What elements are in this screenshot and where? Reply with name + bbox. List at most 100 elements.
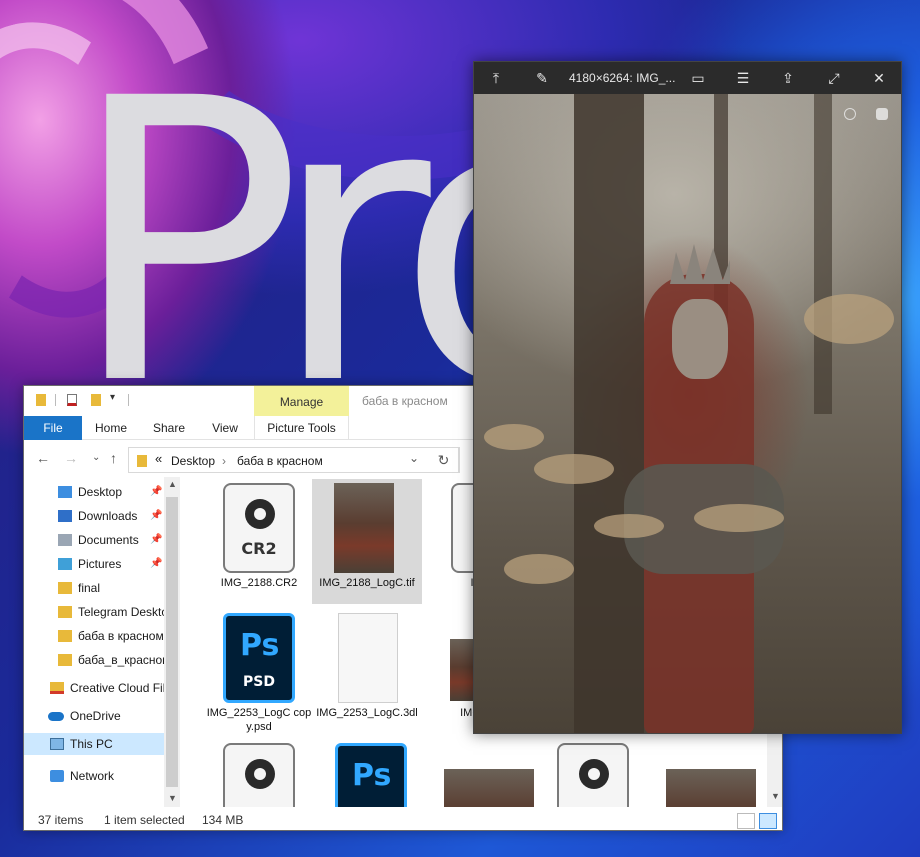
tab-home[interactable]: Home bbox=[86, 416, 136, 440]
leaf bbox=[504, 554, 574, 584]
sidebar-item-label: баба_в_красном bbox=[78, 653, 164, 667]
details-view-icon[interactable] bbox=[737, 813, 755, 829]
sidebar-item-creative-cloud[interactable]: Creative Cloud Fil bbox=[24, 677, 164, 699]
file-item[interactable]: Ps bbox=[316, 739, 426, 807]
ps-glyph: Ps bbox=[240, 628, 280, 663]
folder-icon bbox=[137, 455, 147, 467]
viewer-title: 4180×6264: IMG_... bbox=[569, 71, 676, 85]
up-arrow-icon[interactable]: ↑ bbox=[110, 451, 117, 465]
sidebar-item-label: This PC bbox=[70, 737, 113, 751]
breadcrumb-desktop[interactable]: Desktop bbox=[171, 454, 215, 468]
close-icon[interactable]: ✕ bbox=[871, 70, 887, 86]
file-item[interactable]: Ps PSD IMG_2253_LogC copy.psd bbox=[204, 609, 314, 734]
forward-arrow-icon[interactable]: → bbox=[64, 451, 78, 465]
fullscreen-icon[interactable]: ⤢ bbox=[826, 70, 842, 86]
sticker-icon[interactable] bbox=[876, 108, 888, 120]
tab-file[interactable]: File bbox=[24, 416, 82, 440]
sidebar-scrollbar[interactable]: ▲ ▼ bbox=[164, 477, 180, 807]
sidebar-item-label: Downloads bbox=[78, 509, 138, 523]
creative-cloud-icon bbox=[50, 682, 64, 694]
separator bbox=[128, 394, 129, 406]
pin-icon: 📌 bbox=[150, 486, 163, 497]
file-extension-label: PSD bbox=[243, 674, 275, 690]
pin-to-top-icon[interactable]: ⤒ bbox=[488, 70, 504, 86]
file-item-selected[interactable]: IMG_2188_LogC.tif bbox=[312, 479, 422, 604]
file-name: IMG_2253_LogC copy.psd bbox=[206, 707, 312, 733]
tree-trunk bbox=[574, 94, 644, 733]
aperture-icon bbox=[245, 759, 275, 789]
file-item[interactable] bbox=[430, 739, 540, 807]
sidebar-item-pictures[interactable]: Pictures 📌 bbox=[24, 553, 164, 575]
address-bar[interactable]: « Desktop › баба в красном ⌄ bbox=[128, 447, 460, 473]
list-icon[interactable]: ☰ bbox=[735, 70, 751, 86]
pin-icon[interactable]: ✎ bbox=[534, 70, 550, 86]
breadcrumb-current-folder[interactable]: баба в красном bbox=[237, 454, 323, 468]
tab-share[interactable]: Share bbox=[144, 416, 194, 440]
image-thumbnail bbox=[666, 769, 756, 807]
sidebar-item-telegram-desktop[interactable]: Telegram Deskto bbox=[24, 601, 164, 623]
scroll-down-icon[interactable]: ▼ bbox=[168, 793, 177, 803]
folder-icon bbox=[58, 606, 72, 618]
tab-view[interactable]: View bbox=[200, 416, 250, 440]
scroll-up-icon[interactable]: ▲ bbox=[168, 479, 177, 489]
sidebar-item-this-pc[interactable]: This PC bbox=[24, 733, 164, 755]
sidebar-item-downloads[interactable]: Downloads 📌 bbox=[24, 505, 164, 527]
ps-glyph: Ps bbox=[352, 758, 392, 793]
file-name: IMG_2188_LogC.tif bbox=[319, 577, 415, 589]
sidebar-item-desktop[interactable]: Desktop 📌 bbox=[24, 481, 164, 503]
navigation-pane: Desktop 📌 Downloads 📌 Documents 📌 Pictur… bbox=[24, 477, 182, 807]
recent-locations-chevron-icon[interactable]: ⌄ bbox=[92, 451, 100, 465]
breadcrumb-overflow[interactable]: « bbox=[155, 451, 162, 466]
selection-size: 134 MB bbox=[202, 813, 244, 827]
scrollbar-thumb[interactable] bbox=[166, 497, 178, 787]
copy-file-icon[interactable]: ▭ bbox=[690, 70, 706, 86]
sidebar-item-label: Pictures bbox=[78, 557, 122, 571]
refresh-icon: ↻ bbox=[437, 452, 450, 468]
sidebar-item-label: final bbox=[78, 581, 101, 595]
desktop-folder-icon bbox=[58, 486, 72, 498]
info-icon[interactable] bbox=[844, 108, 856, 120]
viewer-image[interactable] bbox=[474, 94, 901, 733]
mask bbox=[672, 299, 728, 379]
new-folder-icon[interactable] bbox=[91, 394, 101, 406]
sidebar-item-network[interactable]: Network bbox=[24, 765, 164, 787]
pin-icon: 📌 bbox=[150, 558, 163, 569]
refresh-button[interactable]: ↻ bbox=[429, 447, 459, 473]
image-viewer-window: ⤒ ✎ 4180×6264: IMG_... ▭ ☰ ⇪ ⤢ ✕ bbox=[473, 61, 902, 734]
sidebar-item-onedrive[interactable]: OneDrive bbox=[24, 705, 164, 727]
quick-access-dropdown-icon[interactable]: ▾ bbox=[110, 392, 115, 403]
folder-icon bbox=[58, 582, 72, 594]
leaf bbox=[694, 504, 784, 532]
large-icons-view-icon[interactable] bbox=[759, 813, 777, 829]
raw-file-icon bbox=[223, 743, 295, 807]
scroll-down-icon[interactable]: ▼ bbox=[771, 791, 780, 801]
downloads-folder-icon bbox=[58, 510, 72, 522]
sidebar-item-baba-v-krasnom-2[interactable]: баба_в_красном bbox=[24, 649, 164, 671]
image-thumbnail bbox=[334, 483, 394, 573]
sidebar-item-documents[interactable]: Documents 📌 bbox=[24, 529, 164, 551]
sidebar-item-label: Desktop bbox=[78, 485, 123, 499]
leaf bbox=[594, 514, 664, 538]
tab-manage[interactable]: Manage bbox=[254, 386, 349, 416]
photoshop-file-icon: Ps bbox=[335, 743, 407, 807]
tab-picture-tools[interactable]: Picture Tools bbox=[254, 416, 349, 440]
back-arrow-icon[interactable]: ← bbox=[36, 451, 50, 465]
share-icon[interactable]: ⇪ bbox=[780, 70, 796, 86]
file-item[interactable] bbox=[538, 739, 648, 807]
file-item[interactable] bbox=[658, 739, 767, 807]
leaf bbox=[484, 424, 544, 450]
properties-icon[interactable] bbox=[67, 394, 77, 406]
aperture-icon bbox=[579, 759, 609, 789]
sidebar-item-baba-v-krasnom[interactable]: баба в красном bbox=[24, 625, 164, 647]
file-item[interactable] bbox=[204, 739, 314, 807]
status-bar: 37 items 1 item selected 134 MB bbox=[24, 807, 782, 830]
item-count: 37 items bbox=[38, 813, 84, 827]
file-item[interactable]: IMG_2253_LogC.3dl bbox=[312, 609, 422, 734]
file-item[interactable]: CR2 IMG_2188.CR2 bbox=[204, 479, 314, 604]
pictures-folder-icon bbox=[58, 558, 72, 570]
image-thumbnail bbox=[444, 769, 534, 807]
sidebar-item-final[interactable]: final bbox=[24, 577, 164, 599]
sidebar-item-label: Documents bbox=[78, 533, 139, 547]
address-dropdown-icon[interactable]: ⌄ bbox=[409, 451, 419, 465]
leaf bbox=[804, 294, 894, 344]
